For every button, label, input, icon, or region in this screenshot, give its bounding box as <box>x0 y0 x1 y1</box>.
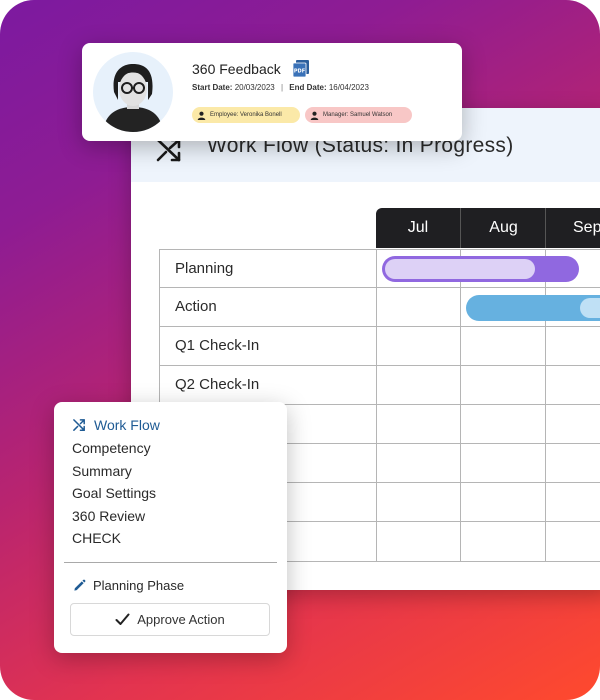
employee-chip-label: Employee: Veronika Bonell <box>210 112 282 118</box>
person-icon <box>197 111 206 120</box>
action-timeline-bar[interactable] <box>466 295 600 321</box>
row-label: Q1 Check-In <box>175 337 260 354</box>
manager-chip-label: Manager: Samuel Watson <box>323 112 393 118</box>
grid-line <box>376 249 377 562</box>
end-date-value: 16/04/2023 <box>328 83 369 92</box>
menu-item-competency[interactable]: Competency <box>72 440 151 456</box>
grid-line <box>460 249 461 562</box>
planning-timeline-bar[interactable] <box>382 256 579 282</box>
month-header-jul: Jul <box>376 208 460 248</box>
start-date-label: Start Date: <box>192 83 233 92</box>
action-progress-fill <box>580 298 600 318</box>
table-row: Q1 Check-In <box>159 327 600 366</box>
pdf-icon[interactable]: PDF <box>293 60 309 77</box>
approve-action-label: Approve Action <box>137 612 225 627</box>
feedback-dates: Start Date: 20/03/2023 | End Date: 16/04… <box>192 83 369 92</box>
phase-label: Planning Phase <box>93 578 185 593</box>
row-label: Q2 Check-In <box>175 376 260 393</box>
check-icon <box>115 613 130 625</box>
avatar <box>93 52 173 132</box>
menu-item-summary[interactable]: Summary <box>72 463 132 479</box>
menu-panel: Work Flow Competency Summary Goal Settin… <box>54 402 287 653</box>
person-with-glasses-avatar <box>103 64 163 132</box>
employee-chip: Employee: Veronika Bonell <box>192 107 300 123</box>
month-header-sep: Sep <box>545 208 600 248</box>
menu-item-check[interactable]: CHECK <box>72 530 121 546</box>
date-separator: | <box>280 83 284 92</box>
shuffle-icon <box>73 419 85 431</box>
feedback-title: 360 Feedback <box>192 61 281 77</box>
person-icon <box>310 111 319 120</box>
pencil-icon <box>74 579 86 591</box>
end-date-label: End Date: <box>289 83 327 92</box>
menu-item-goal-settings[interactable]: Goal Settings <box>72 485 156 501</box>
menu-divider <box>64 562 277 563</box>
month-header-aug: Aug <box>460 208 546 248</box>
menu-item-work-flow[interactable]: Work Flow <box>94 417 160 433</box>
manager-chip: Manager: Samuel Watson <box>305 107 412 123</box>
planning-progress-fill <box>385 259 535 279</box>
menu-item-360-review[interactable]: 360 Review <box>72 508 145 524</box>
row-label: Action <box>175 298 217 315</box>
svg-text:PDF: PDF <box>294 69 305 75</box>
table-row: Q2 Check-In <box>159 366 600 405</box>
start-date-value: 20/03/2023 <box>234 83 275 92</box>
row-label: Planning <box>175 260 234 277</box>
approve-action-button[interactable]: Approve Action <box>70 603 270 636</box>
feedback-card: 360 Feedback PDF Start Date: 20/03/2023 … <box>82 43 462 141</box>
